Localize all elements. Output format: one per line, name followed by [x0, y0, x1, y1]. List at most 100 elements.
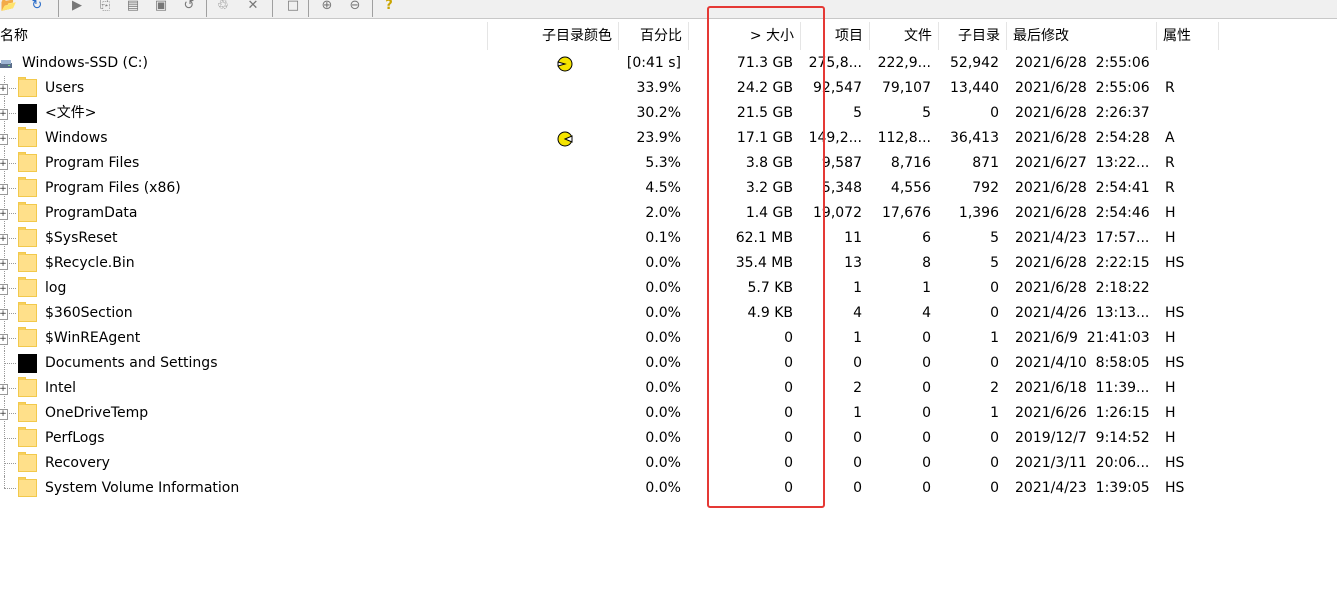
folder-icon [18, 277, 37, 297]
tree-line [4, 438, 16, 439]
item-name: Windows-SSD (C:) [22, 55, 148, 71]
tree-line [4, 476, 5, 488]
files-value: 0 [922, 480, 931, 496]
modified-value: 2021/6/27 13:22... [1015, 155, 1150, 171]
folder-icon [18, 202, 37, 222]
tree-line [4, 426, 5, 451]
attributes-value [1165, 51, 1215, 76]
files-value: 0 [922, 355, 931, 371]
undo-icon[interactable]: ↺ [180, 0, 198, 14]
column-header-subdir-color[interactable]: 子目录颜色 [488, 22, 619, 50]
copy-icon[interactable]: ⎘ [96, 0, 114, 14]
modified-value: 2021/3/11 20:06... [1015, 455, 1150, 471]
expand-icon[interactable]: + [0, 409, 8, 420]
attributes-value: HS [1165, 355, 1185, 371]
export-icon[interactable]: ▣ [152, 0, 170, 14]
expand-icon[interactable]: + [0, 334, 8, 345]
attributes-value: HS [1165, 255, 1185, 271]
item-name: log [45, 280, 67, 296]
expand-icon[interactable]: + [0, 384, 8, 395]
files-value: 4,556 [890, 180, 931, 196]
subdirs-value: 2 [990, 380, 999, 396]
folder-icon [18, 227, 37, 247]
column-header-attributes[interactable]: 属性 [1157, 22, 1219, 50]
column-header-percent[interactable]: 百分比 [619, 22, 689, 50]
help-icon[interactable]: ? [380, 0, 398, 14]
report-icon[interactable]: ▤ [124, 0, 142, 14]
clean-icon[interactable]: ♲ [214, 0, 232, 14]
table-row[interactable]: + log 0.0% 5.7 KB 1 1 0 2021/6/28 2:18:22 [0, 276, 1337, 301]
item-name: Intel [45, 380, 76, 396]
column-header-name[interactable]: 名称 [0, 22, 488, 50]
new-icon[interactable]: □ [284, 0, 302, 14]
subdirs-value: 0 [990, 105, 999, 121]
expand-icon[interactable]: + [0, 134, 8, 145]
subdirs-value: 1 [990, 330, 999, 346]
percent-value: 0.0% [645, 280, 681, 296]
column-header-subdirs[interactable]: 子目录 [939, 22, 1007, 50]
toolbar: 📂 ↻ ▶ ⎘ ▤ ▣ ↺ ♲ ✕ □ ⊕ ⊖? [0, 0, 1337, 19]
table-row[interactable]: + Windows 23.9% 17.1 GB 149,2... 112,8... 36,4… [0, 126, 1337, 151]
table-row[interactable]: + $Recycle.Bin 0.0% 35.4 MB 13 8 5 2021/6/28 2:… [0, 251, 1337, 276]
expand-icon[interactable]: + [0, 84, 8, 95]
expand-icon[interactable]: + [0, 309, 8, 320]
table-row[interactable]: + Program Files (x86) 4.5% 3.2 GB 5,348 4,556… [0, 176, 1337, 201]
item-name: PerfLogs [45, 430, 105, 446]
percent-value: 5.3% [645, 155, 681, 171]
expand-icon[interactable]: + [0, 259, 8, 270]
files-value: 79,107 [882, 80, 931, 96]
table-row[interactable]: + Program Files 5.3% 3.8 GB 9,587 8,716 871 202… [0, 151, 1337, 176]
table-row[interactable]: Recovery 0.0% 0 0 0 0 2021/3/11 20:06... HS [0, 451, 1337, 476]
expand-icon[interactable]: + [0, 159, 8, 170]
folder-icon [18, 127, 37, 147]
drive-row[interactable]: Windows-SSD (C:) [0:41 s] 71.3 GB 275,8... 2… [0, 51, 1337, 76]
expand-icon[interactable]: + [0, 234, 8, 245]
folder-icon [18, 452, 37, 472]
percent-value: 0.0% [645, 305, 681, 321]
toolbar-separator [58, 0, 59, 17]
subdirs-value: 5 [990, 255, 999, 271]
modified-value: 2021/6/9 21:41:03 [1015, 330, 1150, 346]
subdirs-value: 0 [990, 355, 999, 371]
table-row[interactable]: + ProgramData 2.0% 1.4 GB 19,072 17,676 1,396 2… [0, 201, 1337, 226]
item-name: $Recycle.Bin [45, 255, 135, 271]
column-header-modified[interactable]: 最后修改 [1007, 22, 1157, 50]
expand-icon[interactable]: + [0, 284, 8, 295]
subdirs-value: 52,942 [950, 55, 999, 71]
table-row[interactable]: + $SysReset 0.1% 62.1 MB 11 6 5 2021/4/23 17:57… [0, 226, 1337, 251]
play-icon[interactable]: ▶ [68, 0, 86, 14]
modified-value: 2021/4/26 13:13... [1015, 305, 1150, 321]
item-name: $360Section [45, 305, 133, 321]
item-name: ProgramData [45, 205, 138, 221]
modified-value: 2021/6/28 2:26:37 [1015, 105, 1150, 121]
tree-line [4, 351, 5, 376]
refresh-icon[interactable]: ↻ [28, 0, 46, 14]
subdirs-value: 13,440 [950, 80, 999, 96]
table-row[interactable]: + $WinREAgent 0.0% 0 1 0 1 2021/6/9 21:41:03 H [0, 326, 1337, 351]
expand-icon[interactable]: + [0, 209, 8, 220]
zoom-in-icon[interactable]: ⊕ [318, 0, 336, 14]
files-value: 17,676 [882, 205, 931, 221]
percent-value: 0.0% [645, 255, 681, 271]
table-row[interactable]: System Volume Information 0.0% 0 0 0 0 2021/4/… [0, 476, 1337, 501]
table-row[interactable]: Documents and Settings 0.0% 0 0 0 0 2021/4/10 … [0, 351, 1337, 376]
table-row[interactable]: + Intel 0.0% 0 2 0 2 2021/6/18 11:39... H [0, 376, 1337, 401]
percent-value: 4.5% [645, 180, 681, 196]
table-row[interactable]: + Users 33.9% 24.2 GB 92,547 79,107 13,440 2021… [0, 76, 1337, 101]
open-folder-icon[interactable]: 📂 [0, 0, 18, 14]
expand-icon[interactable]: + [0, 184, 8, 195]
percent-value: 23.9% [636, 130, 681, 146]
delete-icon[interactable]: ✕ [244, 0, 262, 14]
table-row[interactable]: + OneDriveTemp 0.0% 0 1 0 1 2021/6/26 1:26:15 H [0, 401, 1337, 426]
expand-icon[interactable]: + [0, 109, 8, 120]
subdirs-value: 1,396 [958, 205, 999, 221]
subdirs-value: 792 [972, 180, 999, 196]
attributes-value: H [1165, 330, 1176, 346]
table-row[interactable]: PerfLogs 0.0% 0 0 0 0 2019/12/7 9:14:52 H [0, 426, 1337, 451]
zoom-out-icon[interactable]: ⊖ [346, 0, 364, 14]
table-row[interactable]: + $360Section 0.0% 4.9 KB 4 4 0 2021/4/26 13:13… [0, 301, 1337, 326]
column-header-files[interactable]: 文件 [870, 22, 939, 50]
files-value: 0 [922, 380, 931, 396]
files-value: 0 [922, 330, 931, 346]
table-row[interactable]: + <文件> 30.2% 21.5 GB 5 5 0 2021/6/28 2:26:37 [0, 101, 1337, 126]
